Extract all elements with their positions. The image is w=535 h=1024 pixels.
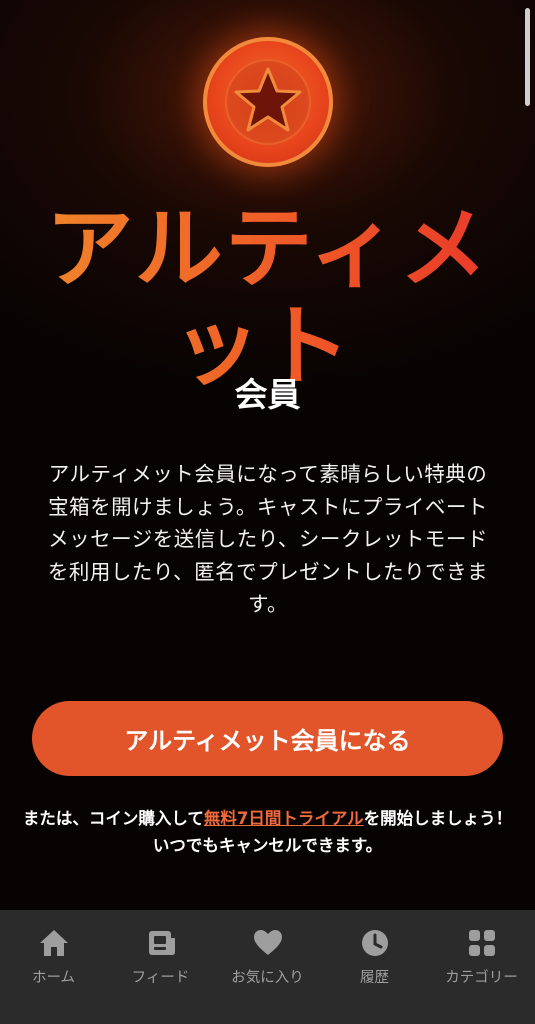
scrollbar[interactable] — [525, 8, 530, 106]
grid-icon — [468, 930, 495, 956]
trial-suffix: を開始しましょう！ — [363, 809, 513, 828]
bottom-tab-bar: ホーム フィード お気に入り 履歴 カテゴリー — [0, 910, 535, 1024]
heart-icon — [253, 930, 282, 955]
tab-favorites-label: お気に入り — [231, 970, 304, 986]
hero-title: アルティメ ット — [0, 200, 535, 396]
tab-category-label: カテゴリー — [445, 970, 518, 986]
star-badge — [203, 37, 333, 167]
clock-icon — [361, 930, 388, 956]
trial-text: または、コイン購入して無料7日間トライアルを開始しましょう！ いつでもキャンセル… — [20, 805, 515, 859]
home-icon — [39, 930, 68, 956]
cancel-note: いつでもキャンセルできます。 — [152, 836, 383, 855]
hero-title-line1: アルティメ — [45, 197, 490, 300]
membership-screen: アルティメ ット 会員 アルティメット会員になって素晴らしい特典の宝箱を開けまし… — [0, 0, 535, 910]
star-icon — [234, 67, 302, 132]
feed-icon — [148, 931, 175, 955]
free-trial-link[interactable]: 無料7日間トライアル — [204, 809, 364, 828]
tab-category[interactable]: カテゴリー — [428, 910, 535, 1024]
tab-home-label: ホーム — [31, 970, 76, 986]
tab-favorites[interactable]: お気に入り — [214, 910, 321, 1024]
tab-history-label: 履歴 — [360, 970, 389, 986]
tab-history[interactable]: 履歴 — [321, 910, 428, 1024]
description-text: アルティメット会員になって素晴らしい特典の宝箱を開けましょう。キャストにプライベ… — [47, 462, 489, 616]
tab-feed-label: フィード — [131, 970, 190, 986]
trial-prefix: または、コイン購入して — [22, 809, 204, 828]
tab-feed[interactable]: フィード — [107, 910, 214, 1024]
tab-home[interactable]: ホーム — [0, 910, 107, 1024]
become-ultimate-button[interactable]: アルティメット会員になる — [32, 701, 503, 776]
hero-subtitle: 会員 — [234, 375, 301, 414]
